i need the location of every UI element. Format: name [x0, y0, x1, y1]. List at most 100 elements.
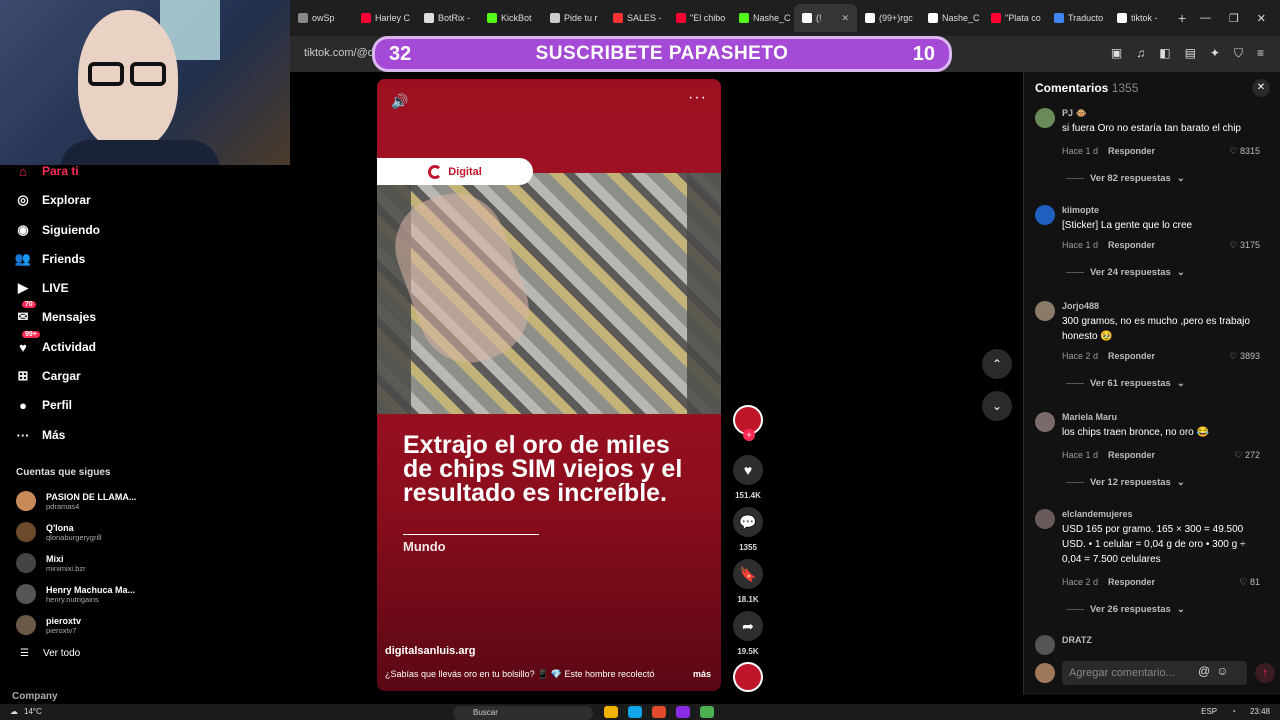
sidebar-item-home[interactable]: ⌂ Para ti	[14, 161, 79, 181]
browser-tab[interactable]: (99+)rgc	[857, 4, 920, 32]
close-window-icon[interactable]: ✕	[1257, 12, 1266, 25]
browser-tab[interactable]: Harley C	[353, 4, 416, 32]
followed-account[interactable]: Q'lona qlonaburgerygrill	[16, 519, 156, 545]
tab-label: tiktok -	[1131, 13, 1158, 23]
maximize-icon[interactable]: ❐	[1229, 12, 1239, 25]
new-tab-icon[interactable]: +	[1178, 10, 1186, 26]
commenter-name[interactable]: kiimopte	[1062, 205, 1099, 215]
comment-like-button[interactable]: ♡ 3893	[1229, 351, 1260, 362]
browser-tab[interactable]: (! ✕	[794, 4, 857, 32]
view-replies-button[interactable]: Ver 26 respuestas ⌄	[1066, 604, 1185, 615]
comment-button[interactable]: 💬 1355	[733, 507, 763, 552]
clock[interactable]: 23:48	[1250, 707, 1270, 716]
commenter-avatar[interactable]	[1035, 301, 1055, 321]
close-comments-button[interactable]: ✕	[1252, 79, 1270, 97]
commenter-name[interactable]: elclandemujeres	[1062, 509, 1133, 519]
sidebar-item-more[interactable]: ··· Más	[14, 425, 66, 445]
shield-icon[interactable]: ⛉	[1234, 46, 1243, 61]
creator-avatar[interactable]: +	[733, 405, 763, 441]
browser-tab[interactable]: BotRix -	[416, 4, 479, 32]
commenter-avatar[interactable]	[1035, 108, 1055, 128]
weather-widget[interactable]: ☁ 14°C	[10, 707, 42, 716]
send-comment-button[interactable]: ↑	[1255, 663, 1275, 683]
browser-tab[interactable]: Nashe_C	[920, 4, 983, 32]
comment-like-button[interactable]: ♡ 3175	[1229, 240, 1260, 251]
more-options-icon[interactable]: ···	[688, 89, 707, 107]
browser-tab[interactable]: Pide tu r	[542, 4, 605, 32]
browser-tab[interactable]: "Plata co	[983, 4, 1046, 32]
browser-tab[interactable]: KickBot	[479, 4, 542, 32]
music-icon[interactable]: ♫	[1136, 46, 1145, 61]
commenter-avatar[interactable]	[1035, 509, 1055, 529]
explorer-app-icon[interactable]	[604, 706, 618, 718]
reply-button[interactable]: Responder	[1108, 577, 1155, 587]
view-replies-button[interactable]: Ver 12 respuestas ⌄	[1066, 477, 1185, 488]
language-indicator[interactable]: ESP	[1201, 707, 1217, 716]
reply-button[interactable]: Responder	[1108, 351, 1155, 361]
minimize-icon[interactable]: —	[1200, 12, 1211, 24]
like-button[interactable]: ♥ 151.4K	[733, 455, 763, 500]
sidebar-item-compass[interactable]: ◎ Explorar	[14, 190, 90, 210]
browser-tab[interactable]: "El chibo	[668, 4, 731, 32]
see-all-link[interactable]: ☰ Ver todo	[20, 648, 80, 659]
commenter-name[interactable]: Mariela Maru	[1062, 412, 1117, 422]
comment-like-button[interactable]: ♡ 8315	[1229, 146, 1260, 157]
taskbar-search[interactable]: Buscar	[453, 706, 593, 720]
app-icon-2[interactable]	[700, 706, 714, 718]
browser-tab[interactable]: owSp	[290, 4, 353, 32]
browser-tab[interactable]: Nashe_C	[731, 4, 794, 32]
sidebar-item-activity[interactable]: ♥ 99+ Actividad	[14, 331, 96, 357]
sidebar-item-profile[interactable]: ● Perfil	[14, 395, 72, 415]
url-text[interactable]: tiktok.com/@di	[304, 47, 376, 59]
sidebar-item-friends[interactable]: 👥 Friends	[14, 249, 85, 269]
followed-account[interactable]: Mixi minimixi.bzr	[16, 550, 156, 576]
commenter-avatar[interactable]	[1035, 412, 1055, 432]
close-tab-icon[interactable]: ✕	[841, 13, 849, 24]
ai-icon[interactable]: ✦	[1210, 46, 1220, 61]
view-replies-button[interactable]: Ver 24 respuestas ⌄	[1066, 267, 1185, 278]
music-disc[interactable]	[733, 662, 763, 692]
app-icon[interactable]	[676, 706, 690, 718]
commenter-name[interactable]: PJ 🐵	[1062, 108, 1087, 119]
video-source[interactable]: digitalsanluis.arg	[385, 645, 475, 657]
commenter-avatar[interactable]	[1035, 635, 1055, 655]
follow-plus-icon[interactable]: +	[743, 429, 755, 441]
browser-tab[interactable]: SALES -	[605, 4, 668, 32]
comment-like-button[interactable]: ♡ 272	[1234, 450, 1260, 461]
mention-icon[interactable]: @	[1198, 664, 1210, 678]
menu-icon[interactable]: ≡	[1257, 46, 1264, 61]
volume-icon[interactable]: 🔊	[391, 93, 408, 110]
commenter-name[interactable]: Jorjo488	[1062, 301, 1099, 311]
caption-more-button[interactable]: más	[693, 669, 711, 679]
company-link[interactable]: Company	[12, 691, 58, 702]
browser-tab[interactable]: Traducto	[1046, 4, 1109, 32]
reply-button[interactable]: Responder	[1108, 146, 1155, 156]
sidebar-item-upload[interactable]: ⊞ Cargar	[14, 366, 81, 386]
commenter-avatar[interactable]	[1035, 205, 1055, 225]
followed-account[interactable]: pieroxtv pieroxtv7	[16, 612, 156, 638]
wifi-icon[interactable]: ◔	[1231, 707, 1236, 716]
share-button[interactable]: ➦ 19.5K	[733, 611, 763, 656]
save-button[interactable]: 🔖 18.1K	[733, 559, 763, 604]
video-player[interactable]: 🔊 ··· Digital Extrajo el oro de miles de…	[377, 79, 721, 691]
brave-app-icon[interactable]	[652, 706, 666, 718]
sidebar-item-live[interactable]: ▶ LIVE	[14, 278, 69, 298]
commenter-name[interactable]: DRATZ	[1062, 635, 1092, 645]
followed-account[interactable]: Henry Machuca Ma... henry.nutrigains	[16, 581, 156, 607]
emoji-icon[interactable]: ☺	[1216, 664, 1228, 678]
browser-tab[interactable]: tiktok -	[1109, 4, 1172, 32]
reply-button[interactable]: Responder	[1108, 450, 1155, 460]
wallet-icon[interactable]: ▤	[1185, 46, 1196, 61]
followed-account[interactable]: PASION DE LLAMA... pdramas4	[16, 488, 156, 514]
screenshot-icon[interactable]: ▣	[1111, 46, 1122, 61]
comment-like-button[interactable]: ♡ 81	[1239, 577, 1260, 588]
edge-app-icon[interactable]	[628, 706, 642, 718]
view-replies-button[interactable]: Ver 61 respuestas ⌄	[1066, 378, 1185, 389]
sidebar-item-messages[interactable]: ✉ 70 Mensajes	[14, 301, 96, 327]
sidebar-icon[interactable]: ◧	[1159, 46, 1170, 61]
next-video-button[interactable]: ⌄	[982, 391, 1012, 421]
sidebar-item-following[interactable]: ◉ Siguiendo	[14, 220, 100, 240]
previous-video-button[interactable]: ⌃	[982, 349, 1012, 379]
reply-button[interactable]: Responder	[1108, 240, 1155, 250]
view-replies-button[interactable]: Ver 82 respuestas ⌄	[1066, 173, 1185, 184]
